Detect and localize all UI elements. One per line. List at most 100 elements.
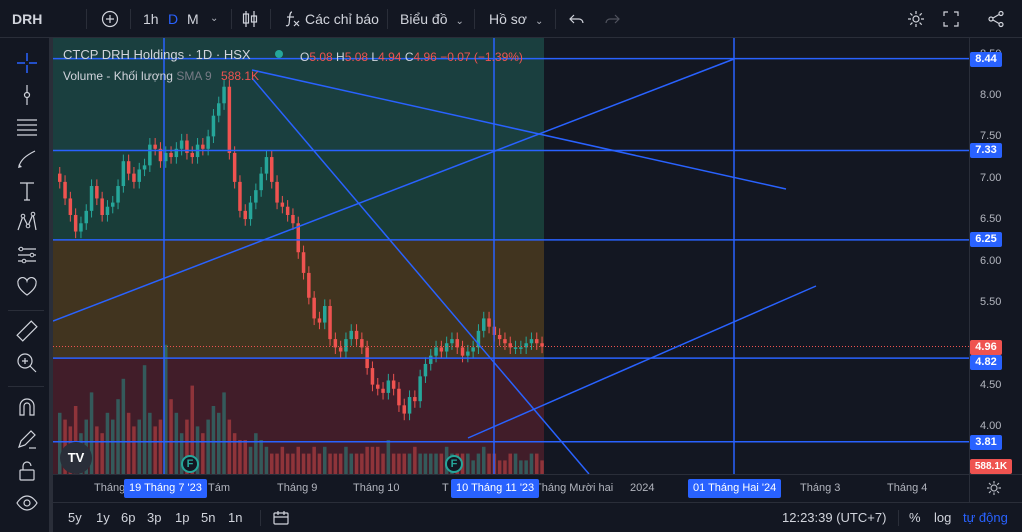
volume-bar bbox=[360, 453, 364, 474]
top-toolbar: DRH 1h D M ⌄ Các chỉ báo Biểu đồ ⌄ Hồ sơ ⌄ bbox=[0, 0, 1022, 38]
scale-settings-button[interactable] bbox=[969, 474, 1022, 502]
interval-d-button[interactable]: D bbox=[168, 0, 178, 38]
range-1y-button[interactable]: 1y bbox=[96, 503, 110, 532]
volume-bar bbox=[132, 426, 136, 474]
time-tick: 2024 bbox=[630, 482, 655, 494]
volume-bar bbox=[349, 453, 353, 474]
candle-body bbox=[142, 165, 147, 170]
volume-bar bbox=[370, 446, 375, 474]
volume-value-badge: 588.1K bbox=[970, 459, 1012, 474]
volume-bar bbox=[312, 446, 316, 474]
price-tick: 7.50 bbox=[980, 130, 1002, 142]
profile-menu-button[interactable]: Hồ sơ ⌄ bbox=[489, 0, 543, 38]
volume-bar bbox=[397, 453, 401, 474]
candle-body bbox=[121, 161, 126, 187]
financials-event-icon[interactable]: F bbox=[445, 455, 463, 473]
interval-1h-button[interactable]: 1h bbox=[143, 0, 159, 38]
candle-body bbox=[68, 198, 73, 215]
volume-bar bbox=[248, 446, 253, 474]
time-marker-badge: 19 Tháng 7 '23 bbox=[124, 479, 207, 498]
candle-body bbox=[466, 351, 470, 356]
interval-m-button[interactable]: M bbox=[187, 0, 199, 38]
price-tick: 8.00 bbox=[980, 89, 1002, 101]
volume-bar bbox=[471, 460, 475, 474]
candle-body bbox=[179, 140, 184, 149]
eye-visibility-icon[interactable] bbox=[14, 490, 40, 516]
candle-body bbox=[259, 173, 263, 191]
range-5d-button[interactable]: 5n bbox=[201, 503, 215, 532]
auto-scale-toggle[interactable]: tự động bbox=[963, 503, 1008, 532]
text-tool-icon[interactable] bbox=[14, 178, 40, 204]
candle-body bbox=[487, 318, 491, 327]
volume-bar bbox=[100, 433, 104, 474]
date-range-calendar-icon[interactable] bbox=[272, 509, 290, 527]
volume-label: Volume - Khối lượng bbox=[63, 69, 173, 83]
volume-bar bbox=[95, 426, 99, 474]
candle-body bbox=[201, 144, 205, 149]
share-icon[interactable] bbox=[986, 9, 1006, 29]
price-scale[interactable]: 8.50 8.00 7.50 7.00 6.50 6.00 5.50 4.50 … bbox=[969, 38, 1022, 474]
range-1m-button[interactable]: 1p bbox=[175, 503, 189, 532]
trend-line-icon[interactable] bbox=[14, 82, 40, 108]
stay-in-drawing-mode-icon[interactable] bbox=[14, 426, 40, 452]
fib-retracement-icon[interactable] bbox=[14, 114, 40, 140]
time-scale[interactable]: Tháng Tám Tháng 9 Tháng 10 T Tháng Mười … bbox=[53, 474, 969, 502]
low-value: 4.94 bbox=[378, 50, 402, 64]
financials-event-icon[interactable]: F bbox=[181, 455, 199, 473]
range-6m-button[interactable]: 6p bbox=[121, 503, 135, 532]
fullscreen-icon[interactable] bbox=[941, 9, 961, 29]
last-price-badge: 4.96 bbox=[970, 340, 1002, 355]
range-5y-button[interactable]: 5y bbox=[68, 503, 82, 532]
chart-type-menu-button[interactable]: Biểu đồ ⌄ bbox=[400, 0, 464, 38]
toolbar-divider bbox=[270, 9, 271, 29]
symbol-search-button[interactable]: DRH bbox=[12, 0, 42, 38]
candle-body bbox=[126, 161, 131, 174]
crosshair-icon[interactable] bbox=[14, 50, 40, 76]
zoom-in-icon[interactable] bbox=[14, 350, 40, 376]
candle-body bbox=[439, 347, 444, 352]
volume-bar bbox=[291, 453, 295, 474]
candle-body bbox=[280, 202, 285, 207]
tradingview-logo[interactable]: TV bbox=[60, 442, 92, 474]
candles-chart-type-icon[interactable] bbox=[240, 9, 260, 29]
undo-icon[interactable] bbox=[567, 9, 587, 29]
candle-body bbox=[307, 272, 311, 298]
volume-bar bbox=[497, 460, 502, 474]
chart-pane[interactable]: CTCP DRH Holdings · 1D · HSX O5.08 H5.08… bbox=[53, 38, 969, 474]
log-scale-toggle[interactable]: log bbox=[934, 503, 951, 532]
candle-body bbox=[227, 86, 232, 153]
volume-bar bbox=[418, 453, 422, 474]
percent-scale-toggle[interactable]: % bbox=[909, 503, 921, 532]
price-chart-canvas[interactable] bbox=[53, 38, 969, 474]
clock-timezone-button[interactable]: 12:23:39 (UTC+7) bbox=[782, 503, 886, 532]
magnet-icon[interactable] bbox=[14, 394, 40, 420]
heart-icon[interactable] bbox=[14, 274, 40, 300]
high-label: H bbox=[336, 50, 345, 64]
candle-body bbox=[84, 210, 88, 224]
candle-body bbox=[100, 198, 104, 215]
candle-body bbox=[217, 103, 221, 116]
volume-bar bbox=[535, 453, 539, 474]
indicators-fx-icon[interactable] bbox=[282, 9, 302, 29]
prediction-tool-icon[interactable] bbox=[14, 242, 40, 268]
ruler-icon[interactable] bbox=[14, 318, 40, 344]
compare-add-icon[interactable] bbox=[100, 9, 120, 29]
toolbar-divider bbox=[474, 9, 475, 29]
volume-bar bbox=[328, 453, 332, 474]
volume-bar bbox=[217, 412, 221, 474]
brush-icon[interactable] bbox=[14, 146, 40, 172]
candle-body bbox=[285, 206, 290, 215]
candle-body bbox=[381, 388, 385, 393]
candle-body bbox=[153, 144, 157, 149]
redo-icon[interactable] bbox=[602, 9, 622, 29]
indicators-button[interactable]: Các chỉ báo bbox=[305, 0, 379, 38]
volume-bar bbox=[323, 446, 327, 474]
candle-body bbox=[354, 330, 359, 340]
price-level-badge: 3.81 bbox=[970, 435, 1002, 450]
settings-gear-icon[interactable] bbox=[906, 9, 926, 29]
pattern-tool-icon[interactable] bbox=[14, 210, 40, 236]
lock-icon[interactable] bbox=[14, 458, 40, 484]
interval-dropdown-chevron-icon[interactable]: ⌄ bbox=[210, 0, 218, 38]
range-3m-button[interactable]: 3p bbox=[147, 503, 161, 532]
range-1d-button[interactable]: 1n bbox=[228, 503, 242, 532]
